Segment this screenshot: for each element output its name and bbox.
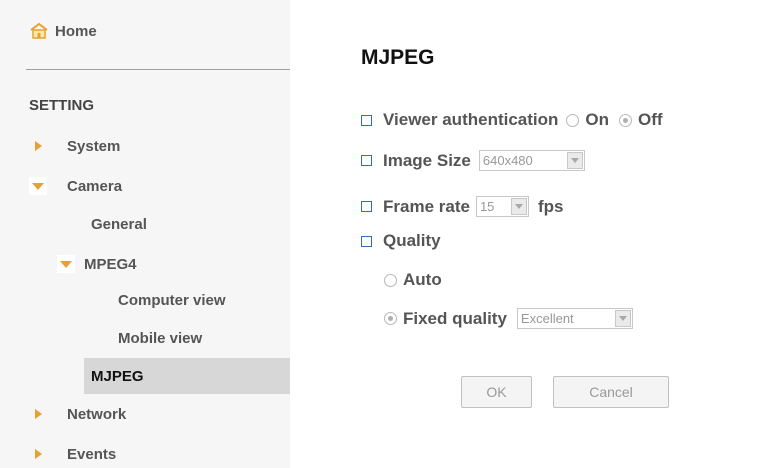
viewer-auth-on-label: On xyxy=(585,110,610,129)
expand-arrow-icon xyxy=(29,137,47,155)
viewer-auth-row: Viewer authentication On Off xyxy=(361,110,663,130)
sidebar-item-network[interactable]: Network xyxy=(29,405,126,423)
cancel-button[interactable]: Cancel xyxy=(553,376,669,408)
expand-arrow-icon xyxy=(29,445,47,463)
quality-fixed-radio[interactable] xyxy=(384,312,397,325)
sidebar-item-label: Computer view xyxy=(118,292,226,309)
bullet-icon xyxy=(361,235,372,247)
collapse-arrow-icon xyxy=(29,177,47,195)
sidebar-item-mjpeg[interactable]: MJPEG xyxy=(84,358,290,394)
sidebar-item-mpeg4[interactable]: MPEG4 xyxy=(57,255,137,273)
quality-label: Quality xyxy=(383,231,441,250)
home-icon xyxy=(29,22,49,40)
sidebar-item-general[interactable]: General xyxy=(91,216,147,233)
sidebar-item-label: Mobile view xyxy=(118,330,203,347)
sidebar-item-mobile-view[interactable]: Mobile view xyxy=(118,330,202,347)
ok-button[interactable]: OK xyxy=(461,376,532,408)
sidebar-item-label: General xyxy=(91,216,147,233)
fixed-quality-select[interactable]: Excellent xyxy=(516,308,633,329)
viewer-auth-on-radio[interactable] xyxy=(566,113,580,127)
expand-arrow-icon xyxy=(29,405,47,423)
page-title: MJPEG xyxy=(361,46,435,69)
sidebar-item-system[interactable]: System xyxy=(29,137,120,155)
image-size-select[interactable]: 640x480 xyxy=(478,150,585,171)
frame-rate-select[interactable]: 15 xyxy=(475,196,529,217)
sidebar-item-computer-view[interactable]: Computer view xyxy=(118,292,226,309)
sidebar-item-events[interactable]: Events xyxy=(29,445,116,463)
bullet-icon xyxy=(361,155,372,166)
collapse-arrow-icon xyxy=(57,255,75,273)
frame-rate-label: Frame rate xyxy=(383,196,470,216)
viewer-auth-off-label: Off xyxy=(638,110,663,129)
sidebar-item-label: MPEG4 xyxy=(84,255,137,273)
sidebar-item-label: Network xyxy=(67,405,127,423)
frame-rate-value: 15 xyxy=(479,199,495,214)
image-size-row: Image Size 640x480 xyxy=(361,150,585,171)
sidebar-item-label: System xyxy=(67,137,121,155)
quality-auto-row: Auto xyxy=(384,270,442,290)
chevron-down-icon xyxy=(566,152,583,169)
sidebar-item-label: MJPEG xyxy=(91,368,144,385)
fixed-quality-value: Excellent xyxy=(520,311,574,326)
bullet-icon xyxy=(361,201,372,212)
chevron-down-icon xyxy=(614,310,631,327)
frame-rate-unit: fps xyxy=(537,196,564,216)
viewer-auth-off-radio[interactable] xyxy=(619,113,633,127)
quality-auto-label: Auto xyxy=(403,270,442,289)
sidebar-item-label: Events xyxy=(67,445,117,463)
viewer-auth-label: Viewer authentication xyxy=(383,110,559,129)
sidebar-item-camera[interactable]: Camera xyxy=(29,177,122,195)
image-size-value: 640x480 xyxy=(482,153,533,168)
quality-auto-radio[interactable] xyxy=(384,273,397,287)
quality-fixed-row: Fixed quality Excellent xyxy=(384,308,633,329)
sidebar: Home SETTING System Camera General MPEG4… xyxy=(0,0,290,468)
home-label: Home xyxy=(55,22,97,40)
home-link[interactable]: Home xyxy=(29,22,97,40)
bullet-icon xyxy=(361,114,372,126)
setting-title: SETTING xyxy=(29,97,95,114)
frame-rate-row: Frame rate 15 fps xyxy=(361,196,563,217)
sidebar-divider xyxy=(26,69,290,70)
image-size-label: Image Size xyxy=(383,150,471,170)
sidebar-item-label: Camera xyxy=(67,177,123,195)
quality-row: Quality xyxy=(361,231,441,251)
quality-fixed-label: Fixed quality xyxy=(403,308,507,328)
chevron-down-icon xyxy=(510,198,527,215)
